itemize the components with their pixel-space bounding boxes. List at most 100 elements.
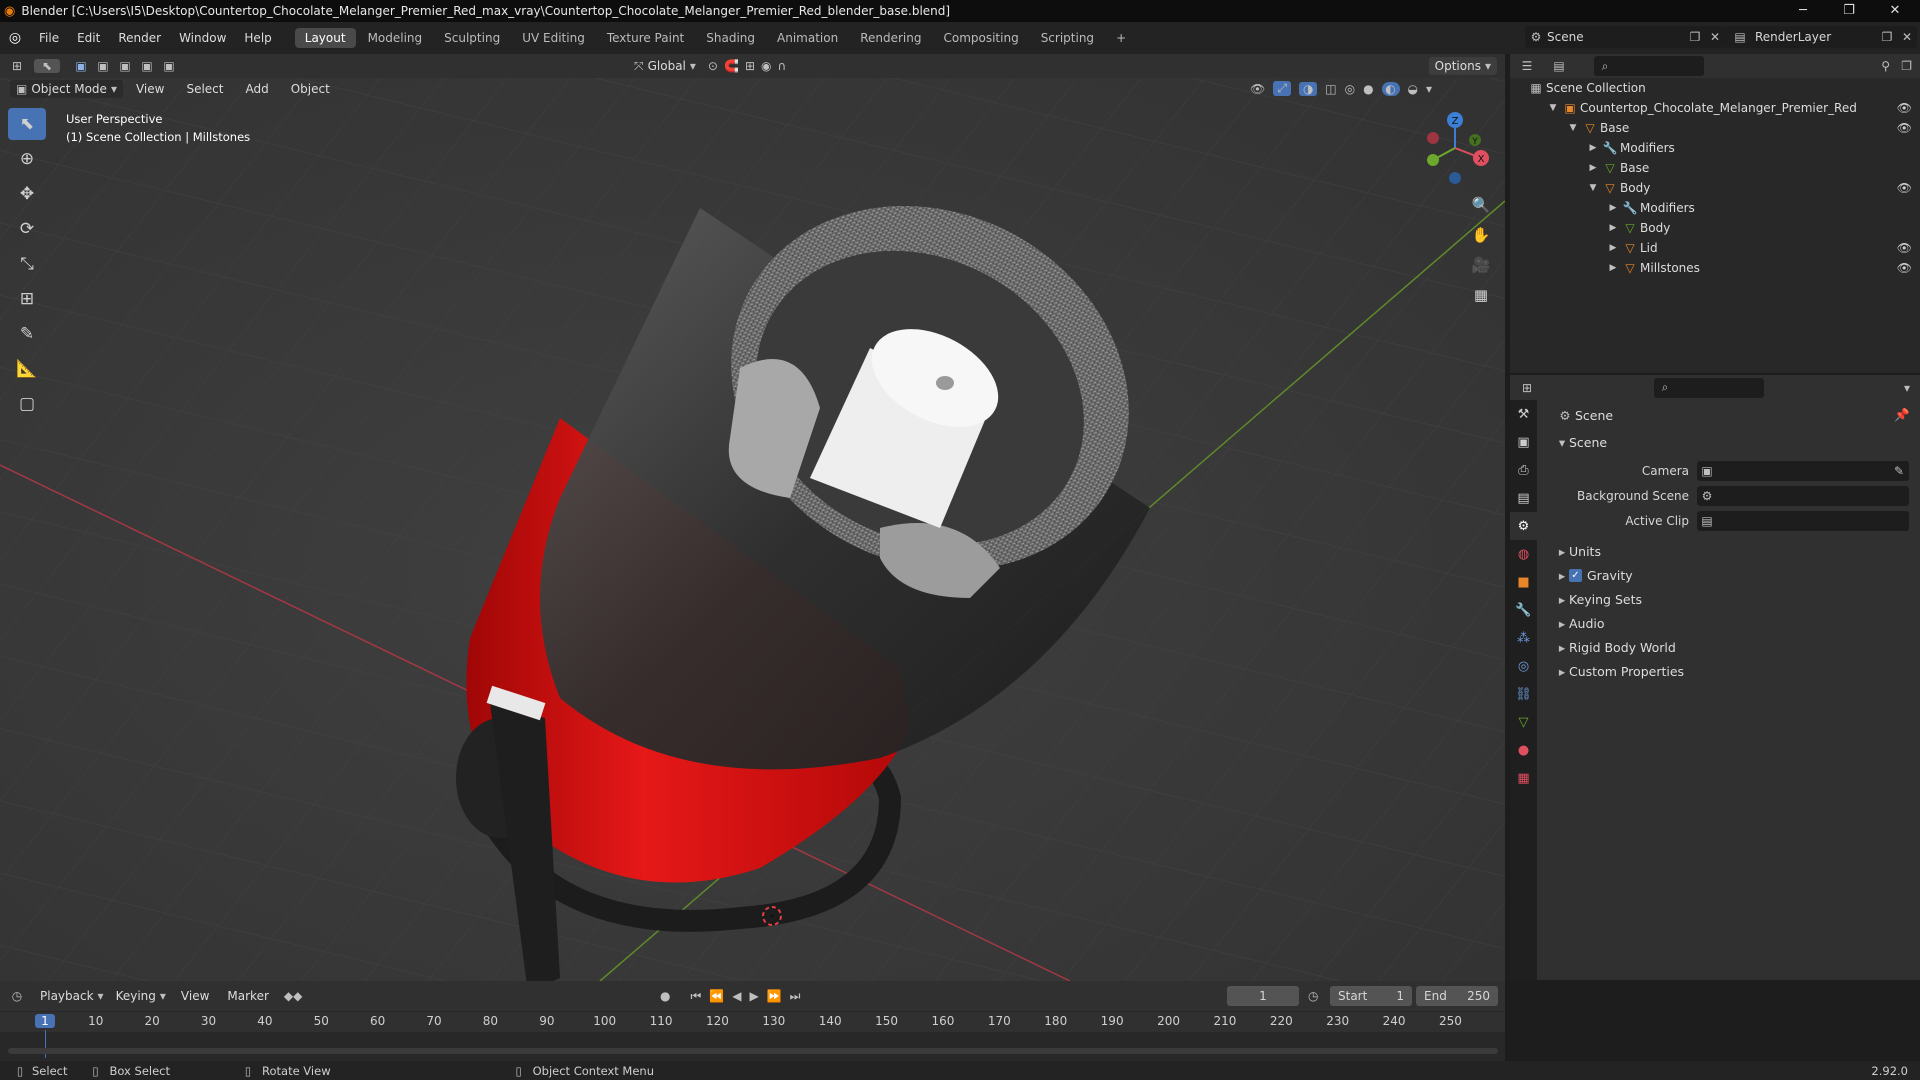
disclosure-triangle-icon[interactable]: ▶ (1606, 203, 1620, 213)
ortho-grid-icon[interactable]: ▦ (1466, 280, 1496, 310)
properties-editor-icon[interactable]: ⊞ (1510, 381, 1544, 395)
pivot-point-icon[interactable]: ⊙ (708, 59, 718, 73)
keying-dropdown[interactable]: Keying ▾ (110, 987, 172, 1005)
viewport-menu-add[interactable]: Add (236, 82, 277, 96)
outliner-row[interactable]: ▶ ▽ Lid 👁 (1510, 238, 1920, 258)
disclosure-triangle-icon[interactable]: ▼ (1566, 123, 1580, 133)
navigation-gizmo[interactable]: Z X Y (1415, 108, 1495, 188)
timeline-menu-marker[interactable]: Marker (218, 989, 277, 1003)
mode-dropdown[interactable]: ▣ Object Mode ▾ (10, 80, 123, 98)
camera-view-icon[interactable]: 🎥 (1466, 250, 1496, 280)
output-tab-icon[interactable]: ⎙ (1510, 456, 1537, 484)
rendered-shading-icon[interactable]: ◒ (1408, 82, 1418, 96)
current-frame-field[interactable]: 1 (1227, 986, 1299, 1006)
move-tool-icon[interactable]: ✥ (8, 178, 46, 210)
view-layer-tab-icon[interactable]: ▤ (1510, 484, 1537, 512)
playback-dropdown[interactable]: Playback ▾ (34, 987, 110, 1005)
tab-scripting[interactable]: Scripting (1031, 28, 1104, 48)
active-clip-field[interactable]: ▤ (1697, 510, 1909, 531)
remove-scene-icon[interactable]: ✕ (1705, 30, 1725, 44)
tab-rendering[interactable]: Rendering (850, 28, 931, 48)
record-icon[interactable]: ● (660, 989, 670, 1003)
next-keyframe-icon[interactable]: ⏩ (767, 989, 782, 1003)
disclosure-triangle-icon[interactable]: ▶ (1586, 143, 1600, 153)
outliner-row[interactable]: ▼ ▽ Body 👁 (1510, 178, 1920, 198)
viewport-menu-view[interactable]: View (127, 82, 173, 96)
visibility-eye-icon[interactable]: 👁 (1897, 181, 1912, 195)
outliner-search-input[interactable]: ⌕ (1594, 56, 1704, 76)
wireframe-shading-icon[interactable]: ◎ (1345, 82, 1355, 96)
visibility-eye-icon[interactable]: 👁 (1897, 261, 1912, 275)
select-mode-intersect-icon[interactable]: ▣ (158, 59, 180, 73)
select-tool-icon[interactable]: ⬉ (34, 59, 60, 73)
render-tab-icon[interactable]: ▣ (1510, 428, 1537, 456)
viewport-menu-select[interactable]: Select (177, 82, 232, 96)
jump-end-icon[interactable]: ⏭ (790, 989, 801, 1004)
panel-units[interactable]: ▸ Units (1547, 539, 1920, 563)
tool-tab-icon[interactable]: ⚒ (1510, 400, 1537, 428)
select-mode-invert-icon[interactable]: ▣ (136, 59, 158, 73)
panel-audio[interactable]: ▸ Audio (1547, 611, 1920, 635)
falloff-icon[interactable]: ∩ (777, 59, 786, 73)
disclosure-triangle-icon[interactable]: ▼ (1586, 183, 1600, 193)
annotate-tool-icon[interactable]: ✎ (8, 318, 46, 350)
tab-animation[interactable]: Animation (767, 28, 848, 48)
outliner-root[interactable]: ▦ Scene Collection (1510, 78, 1920, 98)
panel-keying-sets[interactable]: ▸ Keying Sets (1547, 587, 1920, 611)
outliner-editor-icon[interactable]: ☰ (1510, 59, 1544, 73)
visibility-eye-icon[interactable]: 👁 (1897, 101, 1912, 115)
copy-layer-icon[interactable]: ❐ (1877, 30, 1897, 44)
add-workspace-button[interactable]: + (1106, 28, 1136, 48)
scene-tab-icon[interactable]: ⚙ (1510, 512, 1537, 540)
disclosure-triangle-icon[interactable]: ▶ (1606, 263, 1620, 273)
panel-scene-header[interactable]: ▾ Scene (1547, 430, 1920, 454)
timeline-menu-view[interactable]: View (172, 989, 218, 1003)
tab-modeling[interactable]: Modeling (358, 28, 433, 48)
timeline-scrollbar[interactable] (8, 1048, 1498, 1054)
viewlayer-selector[interactable]: ▤ RenderLayer ❐ ✕ (1725, 26, 1917, 48)
remove-layer-icon[interactable]: ✕ (1897, 30, 1917, 44)
world-tab-icon[interactable]: ◍ (1510, 540, 1537, 568)
background-scene-field[interactable]: ⚙ (1697, 485, 1909, 506)
editor-type-icon[interactable]: ⊞ (0, 59, 34, 73)
select-box-tool-icon[interactable]: ⬉ (8, 108, 46, 140)
add-cube-tool-icon[interactable]: ▢ (8, 388, 46, 420)
tab-sculpting[interactable]: Sculpting (434, 28, 510, 48)
display-mode-icon[interactable]: ▤ (1544, 59, 1574, 73)
chevron-down-icon[interactable]: ▾ (1426, 82, 1432, 96)
tab-texture-paint[interactable]: Texture Paint (597, 28, 694, 48)
outliner-row[interactable]: ▶ ▽ Millstones 👁 (1510, 258, 1920, 278)
overlay-toggle-icon[interactable]: ◑ (1299, 81, 1318, 96)
viewport-menu-object[interactable]: Object (282, 82, 339, 96)
minimize-button[interactable]: ─ (1780, 0, 1826, 22)
select-mode-extend-icon[interactable]: ▣ (92, 59, 114, 73)
filter-icon[interactable]: ⚲ (1881, 59, 1890, 73)
gravity-checkbox[interactable]: ✓ (1569, 568, 1582, 582)
physics-tab-icon[interactable]: ◎ (1510, 652, 1537, 680)
menu-edit[interactable]: Edit (68, 31, 109, 45)
prev-keyframe-icon[interactable]: ⏪ (709, 989, 724, 1003)
play-icon[interactable]: ▶ (749, 989, 758, 1003)
snap-target-icon[interactable]: ⊞ (745, 59, 755, 73)
tab-compositing[interactable]: Compositing (933, 28, 1028, 48)
rotate-tool-icon[interactable]: ⟳ (8, 213, 46, 245)
pin-icon[interactable]: 📌 (1894, 407, 1910, 423)
disclosure-triangle-icon[interactable]: ▶ (1586, 163, 1600, 173)
transform-orientation-dropdown[interactable]: ⤧ Global ▾ (628, 57, 702, 76)
keyframe-icons[interactable]: ◆◆ (284, 989, 302, 1003)
scene-selector[interactable]: ⚙ Scene ❐ ✕ (1525, 26, 1725, 48)
gizmo-toggle-icon[interactable]: ⤢ (1273, 81, 1292, 96)
zoom-icon[interactable]: 🔍 (1466, 190, 1496, 220)
chevron-down-icon[interactable]: ▾ (1904, 381, 1910, 395)
timeline-editor-icon[interactable]: ◷ (0, 989, 34, 1003)
start-frame-field[interactable]: Start 1 (1330, 986, 1412, 1006)
visibility-eye-icon[interactable]: 👁 (1897, 241, 1912, 255)
outliner-row[interactable]: ▼ ▽ Base 👁 (1510, 118, 1920, 138)
disclosure-triangle-icon[interactable]: ▶ (1606, 223, 1620, 233)
play-reverse-icon[interactable]: ◀ (732, 989, 741, 1003)
new-collection-icon[interactable]: ❐ (1901, 59, 1912, 73)
visibility-icon[interactable]: 👁 (1250, 82, 1265, 96)
particles-tab-icon[interactable]: ⁂ (1510, 624, 1537, 652)
scale-tool-icon[interactable]: ⤡ (8, 248, 46, 280)
eyedropper-icon[interactable]: ✎ (1889, 464, 1909, 478)
